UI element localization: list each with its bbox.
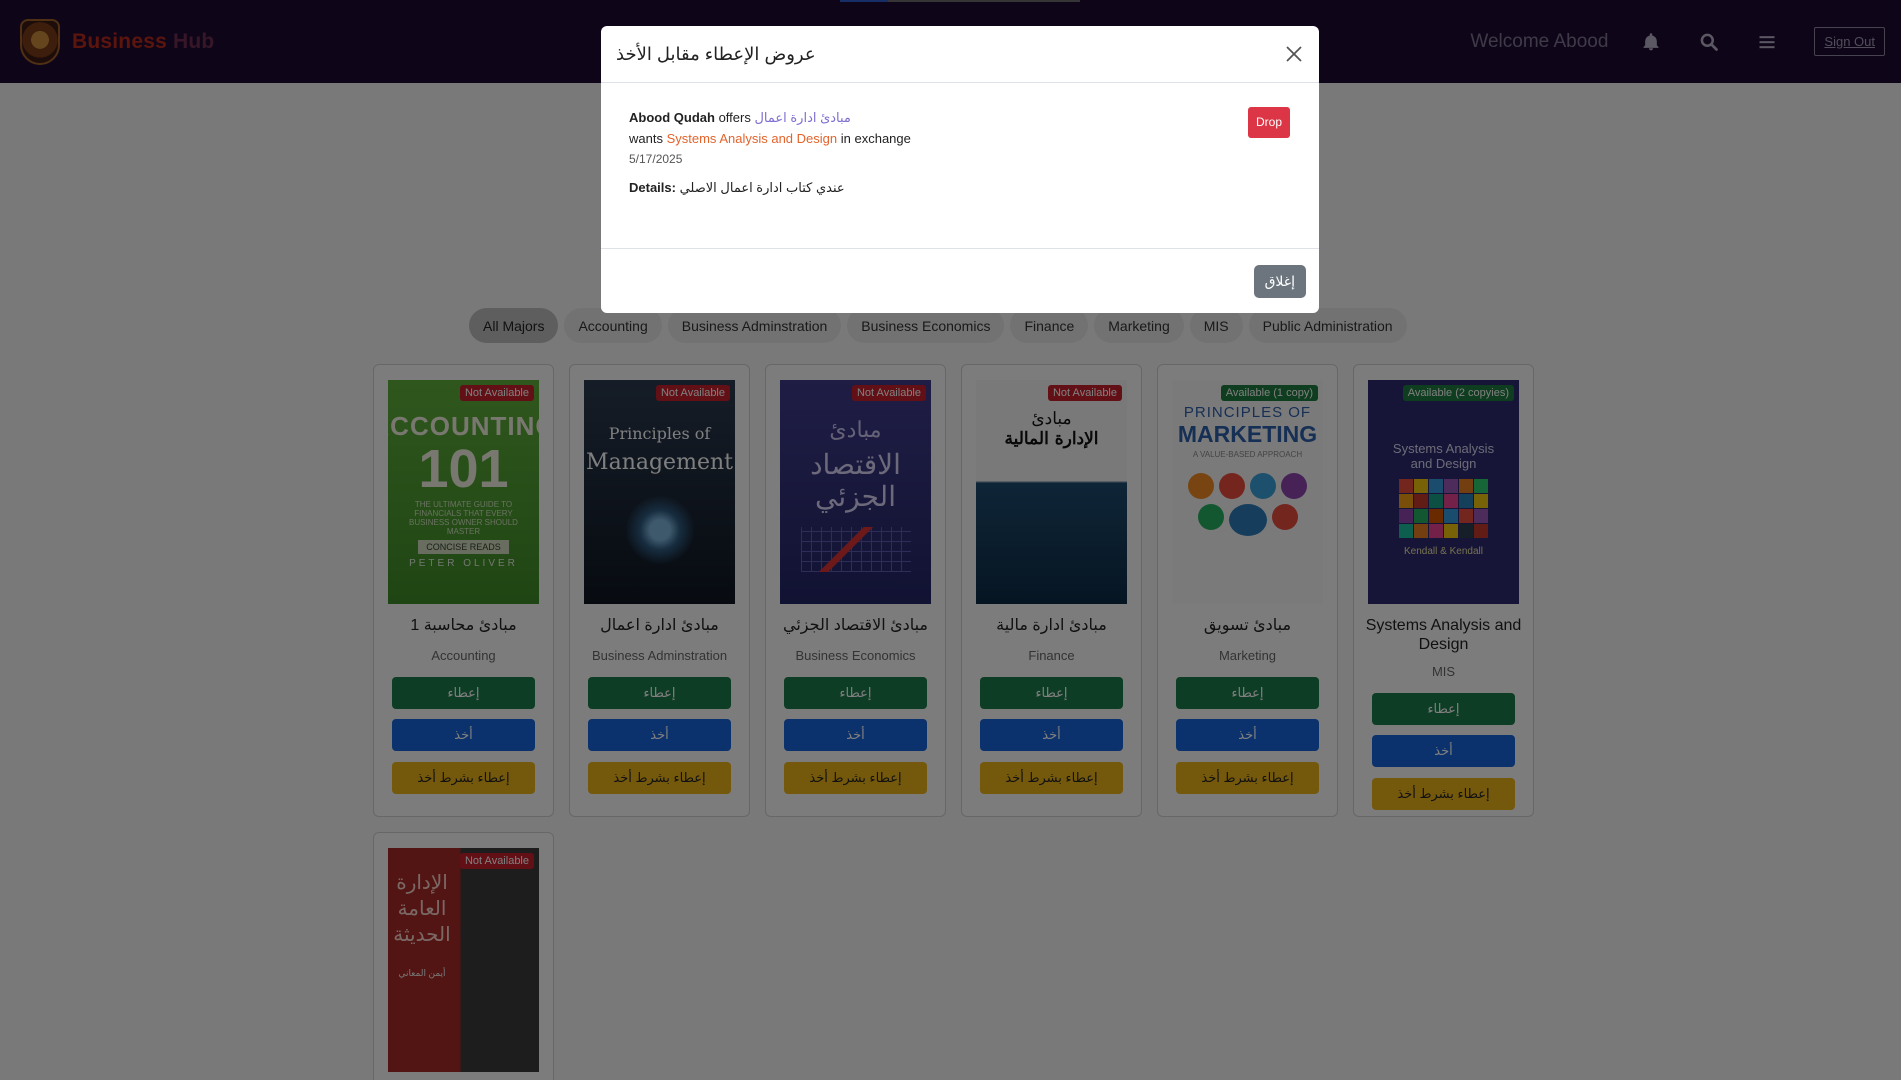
wants-line: wants Systems Analysis and Design in exc… [629, 128, 1291, 149]
offer-date: 5/17/2025 [629, 152, 683, 166]
offers-word: offers [718, 110, 751, 125]
offer-user: Abood Qudah [629, 110, 715, 125]
details-label: Details: [629, 180, 676, 195]
drop-button[interactable]: Drop [1247, 107, 1290, 138]
details-text: عندي كتاب ادارة اعمال الاصلي [679, 180, 845, 195]
modal-header: عروض الإعطاء مقابل الأخذ [601, 26, 1319, 83]
exchange-word: in exchange [840, 131, 911, 146]
offer-list: Abood Qudah offers مبادئ ادارة اعمال wan… [601, 83, 1319, 249]
offered-book[interactable]: مبادئ ادارة اعمال [754, 110, 850, 125]
close-icon[interactable] [1283, 43, 1305, 65]
offer-line: Abood Qudah offers مبادئ ادارة اعمال [629, 107, 1291, 128]
close-button[interactable]: إغلاق [1253, 264, 1306, 298]
wants-word: wants [629, 131, 663, 146]
modal-footer: إغلاق [601, 249, 1319, 313]
wanted-book[interactable]: Systems Analysis and Design [667, 131, 838, 146]
offer-item: Abood Qudah offers مبادئ ادارة اعمال wan… [629, 107, 1291, 198]
give-for-take-offers-modal: عروض الإعطاء مقابل الأخذ Abood Qudah off… [601, 26, 1319, 313]
modal-title: عروض الإعطاء مقابل الأخذ [616, 43, 816, 64]
offer-details: Details: عندي كتاب ادارة اعمال الاصلي [629, 177, 1291, 198]
